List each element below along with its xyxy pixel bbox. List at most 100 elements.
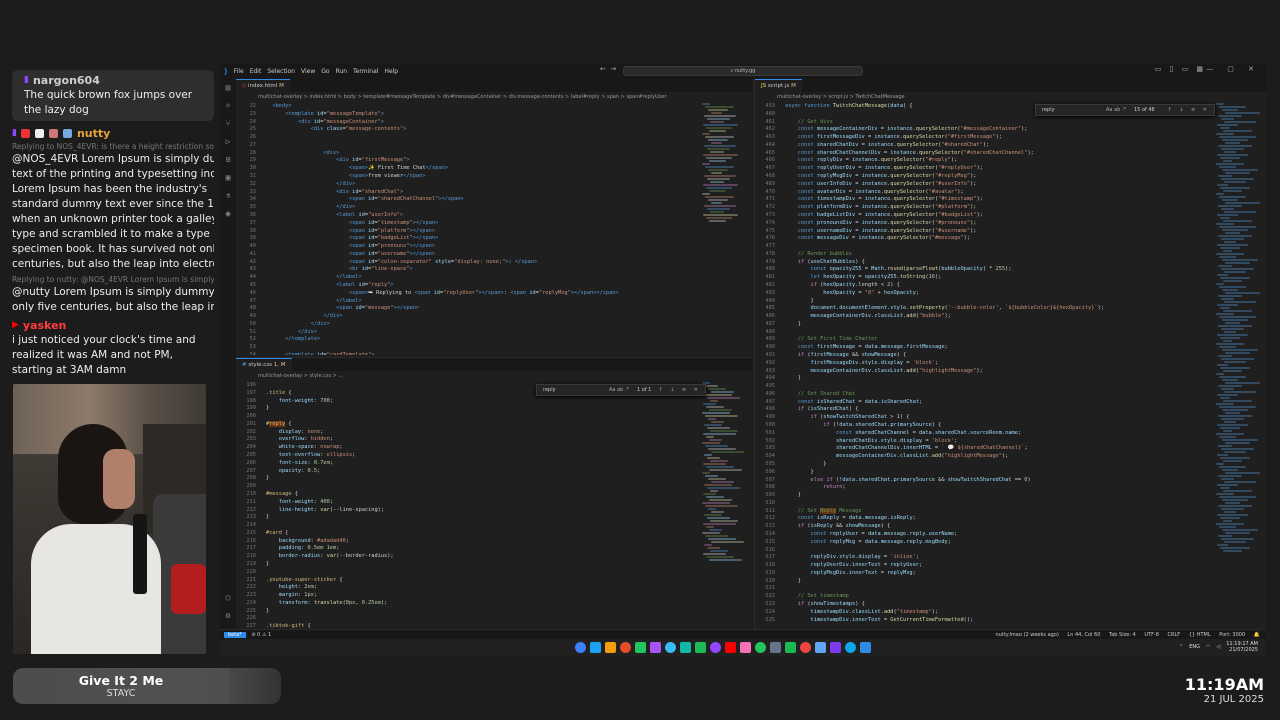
code-line[interactable]: 491 if (firstMessage && showMessage) { [755, 352, 1206, 360]
code-line[interactable]: 198 font-weight: 700; [236, 398, 692, 406]
code-line[interactable]: 510 [755, 500, 1206, 508]
find-nav-icons[interactable]: ↑ ↓ ≡ ✕ [658, 385, 701, 395]
code-line[interactable]: 504 messageContainerDiv.classList.add("h… [755, 453, 1206, 461]
code-line[interactable]: 468 const replyMsgDiv = instance.querySe… [755, 173, 1206, 181]
code-line[interactable]: 495 [755, 383, 1206, 391]
code-line[interactable]: 486 messageContainerDiv.classList.add("b… [755, 313, 1206, 321]
code-line[interactable]: 467 const replyUserDiv = instance.queryS… [755, 165, 1206, 173]
code-line[interactable]: 485 document.documentElement.style.setPr… [755, 305, 1206, 313]
tab-script-js[interactable]: JS script.js M [755, 79, 802, 92]
code-area[interactable]: 196 197 .title {198 font-weight: 700; 199} 2… [236, 382, 692, 629]
code-line[interactable]: 46 <span>⮩ Replying to <span id="replyUs… [236, 290, 692, 298]
code-line[interactable]: 522 // Set timestamp [755, 593, 1206, 601]
bell-icon[interactable]: 🔔 [1254, 632, 1260, 638]
code-line[interactable]: 52 </template> [236, 336, 692, 344]
code-line[interactable]: 53 [236, 344, 692, 352]
code-line[interactable]: 206 font-size: 0.7em; [236, 460, 692, 468]
code-line[interactable]: 489 // Set First Time Chatter [755, 336, 1206, 344]
code-line[interactable]: 513 if (isReply && showMessage) { [755, 523, 1206, 531]
code-line[interactable]: 50 </div> [236, 321, 692, 329]
code-line[interactable]: 463 const firstMessageDiv = instance.que… [755, 134, 1206, 142]
testing-icon[interactable]: ⚗ [220, 187, 236, 205]
code-line[interactable]: 224 transform: translate(0px, 0.25em); [236, 600, 692, 608]
problems-indicator[interactable]: ⊘ 0 ⚠ 1 [251, 632, 271, 638]
code-line[interactable]: 51 </div> [236, 329, 692, 337]
code-line[interactable]: 476 const messageDiv = instance.querySel… [755, 235, 1206, 243]
code-line[interactable]: 465 const sharedChatChannelDiv = instanc… [755, 150, 1206, 158]
taskbar-app-icon[interactable] [770, 642, 781, 653]
taskbar-terminal-icon[interactable] [680, 642, 691, 653]
code-line[interactable]: 225} [236, 608, 692, 616]
code-line[interactable]: 42 <span id="colon-separator" style="dis… [236, 259, 692, 267]
taskbar-app-icon[interactable] [800, 642, 811, 653]
code-line[interactable]: 203 overflow: hidden; [236, 436, 692, 444]
taskbar-app-icon[interactable] [830, 642, 841, 653]
find-input[interactable]: reply [543, 387, 556, 393]
code-line[interactable]: 488 [755, 329, 1206, 337]
code-line[interactable]: 214 [236, 522, 692, 530]
code-line[interactable]: 40 <span id="pronouns"></span> [236, 243, 692, 251]
code-line[interactable]: 201 #reply { [236, 420, 692, 429]
line-endings[interactable]: CRLF [1168, 632, 1181, 638]
code-line[interactable]: 524 timestampDiv.classList.add("timestam… [755, 609, 1206, 617]
code-line[interactable]: 469 const userInfoDiv = instance.querySe… [755, 181, 1206, 189]
code-line[interactable]: 498 if (isSharedChat) { [755, 406, 1206, 414]
code-line[interactable]: 38 <span id="platform"></span> [236, 228, 692, 236]
code-line[interactable]: 37 <span id="timestamp"></span> [236, 220, 692, 228]
code-line[interactable]: 25 <div class="message-contents"> [236, 126, 692, 134]
menu-item-selection[interactable]: Selection [267, 68, 295, 75]
taskbar-vscode-icon[interactable] [860, 642, 871, 653]
code-line[interactable]: 525 timestampDiv.innerText = GetCurrentT… [755, 617, 1206, 625]
code-line[interactable]: 517 replyDiv.style.display = 'inline'; [755, 554, 1206, 562]
menu-item-run[interactable]: Run [336, 68, 348, 75]
taskbar-app-icon[interactable] [740, 642, 751, 653]
taskbar-app-icon[interactable] [755, 642, 766, 653]
code-line[interactable]: 221 .youtube-super-sticker { [236, 577, 692, 585]
code-line[interactable]: 508 return; [755, 484, 1206, 492]
code-line[interactable]: 484 } [755, 298, 1206, 306]
code-line[interactable]: 515 const replyMsg = data.message.reply.… [755, 539, 1206, 547]
code-line[interactable]: 511 // Set Reply Message [755, 507, 1206, 516]
code-line[interactable]: 35 </div> [236, 204, 692, 212]
code-line[interactable]: 461 // Get divs [755, 119, 1206, 127]
window-controls[interactable]: — ▢ ✕ [1206, 65, 1260, 73]
taskbar-spotify-icon[interactable] [695, 642, 706, 653]
settings-gear-icon[interactable]: ⚙ [220, 607, 236, 625]
code-line[interactable]: 34 <span id="sharedChatChannel"></span> [236, 196, 692, 204]
code-line[interactable]: 509 } [755, 492, 1206, 500]
taskbar-twitch-icon[interactable] [710, 642, 721, 653]
code-line[interactable]: 496 // Set Shared Chat [755, 391, 1206, 399]
code-line[interactable]: 519 replyMsgDiv.innerText = replyMsg; [755, 570, 1206, 578]
taskbar-app-icon[interactable] [815, 642, 826, 653]
code-line[interactable]: 223 margin: 1px; [236, 592, 692, 600]
breadcrumb[interactable]: multichat-overlay > index.html > body > … [236, 92, 752, 102]
find-widget[interactable]: reply Aa ab .* 15 of 48 ↑ ↓ ≡ ✕ [1035, 104, 1215, 116]
code-line[interactable]: 48 <span id="message"></span> [236, 305, 692, 313]
code-line[interactable]: 472 const platformDiv = instance.querySe… [755, 204, 1206, 212]
code-line[interactable]: 219} [236, 561, 692, 569]
code-line[interactable]: 209 [236, 483, 692, 491]
code-line[interactable]: 499 if (showTwitchSharedChat > 1) { [755, 414, 1206, 422]
code-line[interactable]: 487 } [755, 321, 1206, 329]
code-line[interactable]: 202 display: none; [236, 429, 692, 437]
code-line[interactable]: 204 white-space: nowrap; [236, 444, 692, 452]
code-line[interactable]: 479 if (useChatBubbles) { [755, 259, 1206, 267]
code-line[interactable]: 503 sharedChatChannelDiv.innerHTML = ` 💬… [755, 445, 1206, 453]
minimap[interactable] [702, 103, 746, 355]
menu-item-edit[interactable]: Edit [250, 68, 262, 75]
live-server-port[interactable]: Port: 3000 [1219, 632, 1245, 638]
code-line[interactable]: 200 [236, 413, 692, 421]
code-line[interactable]: 41 <span id="username"></span> [236, 251, 692, 259]
nav-arrows-icon[interactable]: ← → [600, 65, 616, 73]
code-line[interactable]: 217 padding: 0.5em 1em; [236, 545, 692, 553]
code-line[interactable]: 483 hexOpacity = "0" + hexOpacity; [755, 290, 1206, 298]
extensions-icon[interactable]: ⊞ [220, 151, 236, 169]
code-line[interactable]: 218 border-radius: var(--border-radius); [236, 553, 692, 561]
code-line[interactable]: 481 let hexOpacity = opacity255.toString… [755, 274, 1206, 282]
code-line[interactable]: 222 height: 2em; [236, 584, 692, 592]
code-line[interactable]: 22 <body> [236, 103, 692, 111]
code-line[interactable]: 482 if (hexOpacity.length < 2) { [755, 282, 1206, 290]
code-line[interactable]: 39 <span id="badgeList"></span> [236, 235, 692, 243]
find-widget[interactable]: reply Aa ab .* 1 of 1 ↑ ↓ ≡ ✕ [536, 384, 706, 396]
code-area[interactable]: 459 async function TwitchChatMessage(data… [755, 103, 1206, 624]
